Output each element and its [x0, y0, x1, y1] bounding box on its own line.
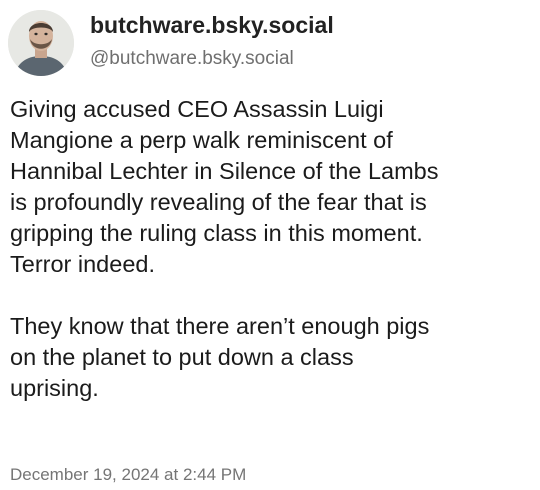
post-card: butchware.bsky.social @butchware.bsky.so… [0, 0, 540, 490]
post-body: Giving accused CEO Assassin Luigi Mangio… [10, 94, 536, 404]
author-display-name[interactable]: butchware.bsky.social [90, 12, 334, 39]
user-avatar-icon [8, 10, 74, 76]
post-paragraph: They know that there aren’t enough pigs … [10, 313, 430, 401]
author-handle[interactable]: @butchware.bsky.social [90, 48, 294, 70]
post-paragraph: Giving accused CEO Assassin Luigi Mangio… [10, 96, 439, 277]
post-timestamp: December 19, 2024 at 2:44 PM [10, 465, 247, 484]
avatar[interactable] [8, 10, 74, 76]
